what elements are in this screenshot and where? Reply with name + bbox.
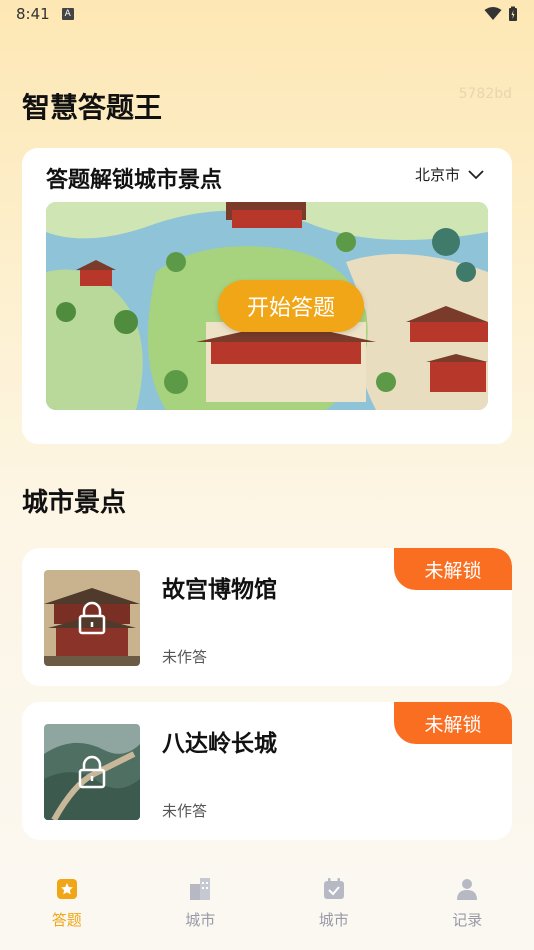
tab-label: 记录 (452, 911, 483, 929)
city-selector[interactable]: 北京市 (415, 164, 484, 185)
spot-card-palace-museum[interactable]: 故宫博物馆 未作答 未解锁 (22, 548, 512, 686)
spot-name: 故宫博物馆 (162, 577, 277, 603)
app-title: 智慧答题王 (22, 91, 163, 124)
section-title: 城市景点 (22, 488, 127, 518)
locked-badge: 未解锁 (394, 702, 512, 744)
wifi-icon (484, 7, 502, 20)
person-icon (457, 879, 478, 900)
lock-icon (78, 755, 106, 789)
locked-badge: 未解锁 (394, 548, 512, 590)
lock-icon (78, 601, 106, 635)
status-time: 8:41 (16, 5, 50, 23)
start-quiz-button[interactable]: 开始答题 (218, 280, 364, 332)
notification-a-icon: A (61, 8, 74, 20)
bottom-tab-bar: 答题 城市 城市 记录 (0, 858, 534, 950)
city-selector-label: 北京市 (414, 166, 460, 184)
build-tag: 5782bd (458, 86, 512, 102)
tab-label: 答题 (51, 911, 82, 929)
status-bar: 8:41 A (0, 0, 534, 28)
chevron-down-icon (468, 169, 484, 179)
tab-label: 城市 (318, 911, 349, 929)
spot-thumbnail (44, 570, 140, 666)
calendar-check-icon (323, 878, 344, 899)
tab-city-checkin[interactable]: 城市 (267, 858, 401, 950)
building-icon (190, 878, 211, 900)
lock-overlay (44, 570, 140, 666)
tab-records[interactable]: 记录 (401, 858, 534, 950)
spot-status: 未作答 (162, 802, 208, 820)
star-icon (56, 879, 77, 899)
quiz-card-title: 答题解锁城市景点 (46, 168, 223, 193)
battery-icon (509, 6, 517, 21)
tab-city[interactable]: 城市 (134, 858, 268, 950)
spot-status: 未作答 (162, 648, 208, 666)
spot-thumbnail (44, 724, 140, 820)
quiz-banner-image: 开始答题 (46, 202, 488, 410)
spot-name: 八达岭长城 (162, 731, 277, 757)
tab-label: 城市 (185, 911, 216, 929)
spot-card-badaling-great-wall[interactable]: 八达岭长城 未作答 未解锁 (22, 702, 512, 840)
lock-overlay (44, 724, 140, 820)
quiz-card: 答题解锁城市景点 北京市 开始答题 (22, 148, 512, 444)
tab-quiz[interactable]: 答题 (0, 858, 134, 950)
